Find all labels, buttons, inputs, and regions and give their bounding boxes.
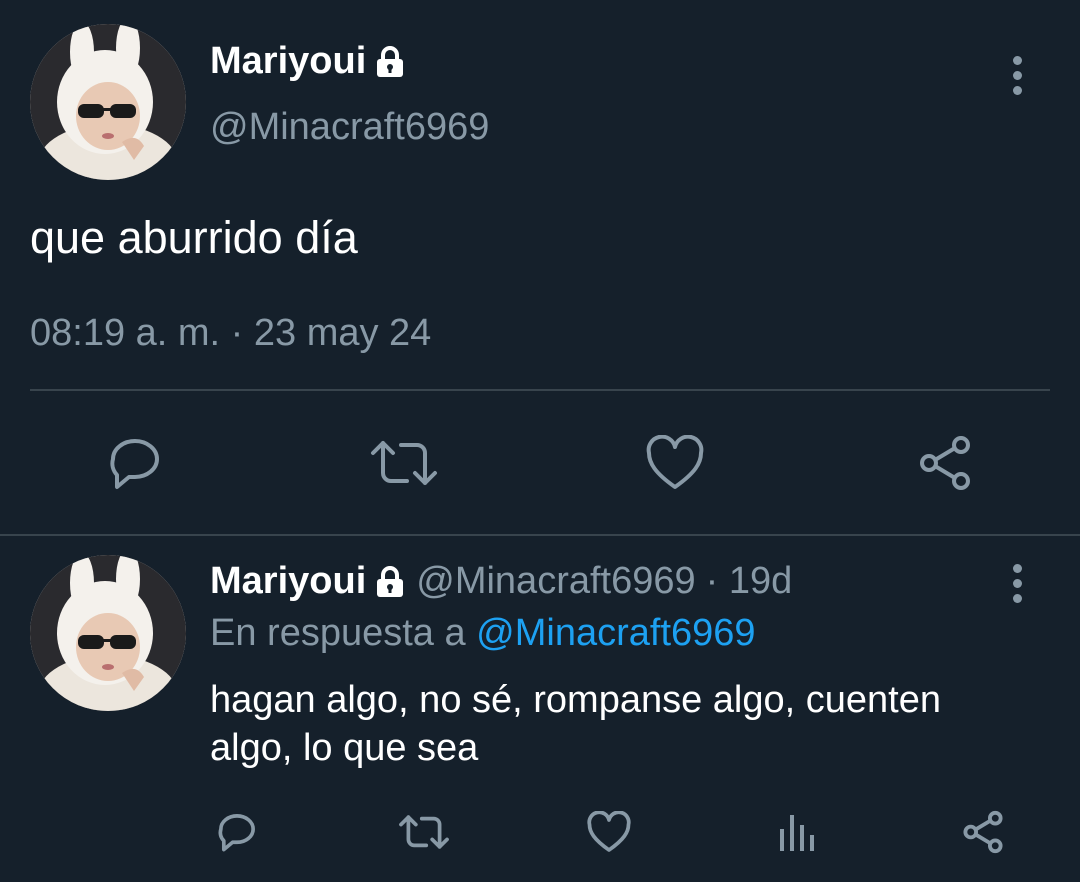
comment-button[interactable] <box>100 430 170 496</box>
reply-to-link[interactable]: @Minacraft6969 <box>476 612 755 654</box>
retweet-button[interactable] <box>368 430 440 496</box>
reply-display-name-text[interactable]: Mariyoui <box>210 560 366 603</box>
display-name-text[interactable]: Mariyoui <box>210 40 366 83</box>
share-icon <box>920 436 970 490</box>
reply-comment-button[interactable] <box>212 808 262 856</box>
share-icon <box>963 810 1003 854</box>
reply-display-name[interactable]: Mariyoui <box>210 560 406 603</box>
avatar[interactable] <box>30 24 186 180</box>
user-handle[interactable]: @Minacraft6969 <box>210 106 489 149</box>
divider <box>30 389 1050 391</box>
reply-analytics-button[interactable] <box>772 808 820 856</box>
reply-age: · 19d <box>705 560 793 602</box>
reply-text: hagan algo, no sé, rompanse algo, cuente… <box>210 679 941 769</box>
reply-user-handle[interactable]: @Minacraft6969 <box>416 560 695 603</box>
more-options-icon[interactable] <box>1005 56 1029 96</box>
display-name[interactable]: Mariyoui <box>210 40 406 83</box>
comment-icon <box>218 814 255 852</box>
lock-icon <box>377 45 404 77</box>
reply-avatar[interactable] <box>30 555 186 711</box>
tweet-text: que aburrido día <box>30 212 358 263</box>
section-divider <box>0 534 1080 536</box>
reply-share-button[interactable] <box>958 808 1008 856</box>
retweet-icon <box>399 815 449 849</box>
share-button[interactable] <box>912 430 978 496</box>
comment-icon <box>110 439 159 489</box>
lock-icon <box>377 565 404 597</box>
tweet-timestamp[interactable]: 08:19 a. m. · 23 may 24 <box>30 312 431 355</box>
reply-like-button[interactable] <box>584 808 634 856</box>
analytics-icon <box>780 815 814 851</box>
like-button[interactable] <box>642 430 708 496</box>
reply-retweet-button[interactable] <box>396 808 452 856</box>
reply-prefix: En respuesta a <box>210 612 466 654</box>
like-icon <box>646 435 704 489</box>
reply-context: En respuesta a @Minacraft6969 <box>210 612 756 655</box>
retweet-icon <box>371 441 437 485</box>
like-icon <box>587 811 631 852</box>
reply-header: Mariyoui @Minacraft6969 · 19d <box>210 560 792 603</box>
reply-more-options-icon[interactable] <box>1005 564 1029 604</box>
